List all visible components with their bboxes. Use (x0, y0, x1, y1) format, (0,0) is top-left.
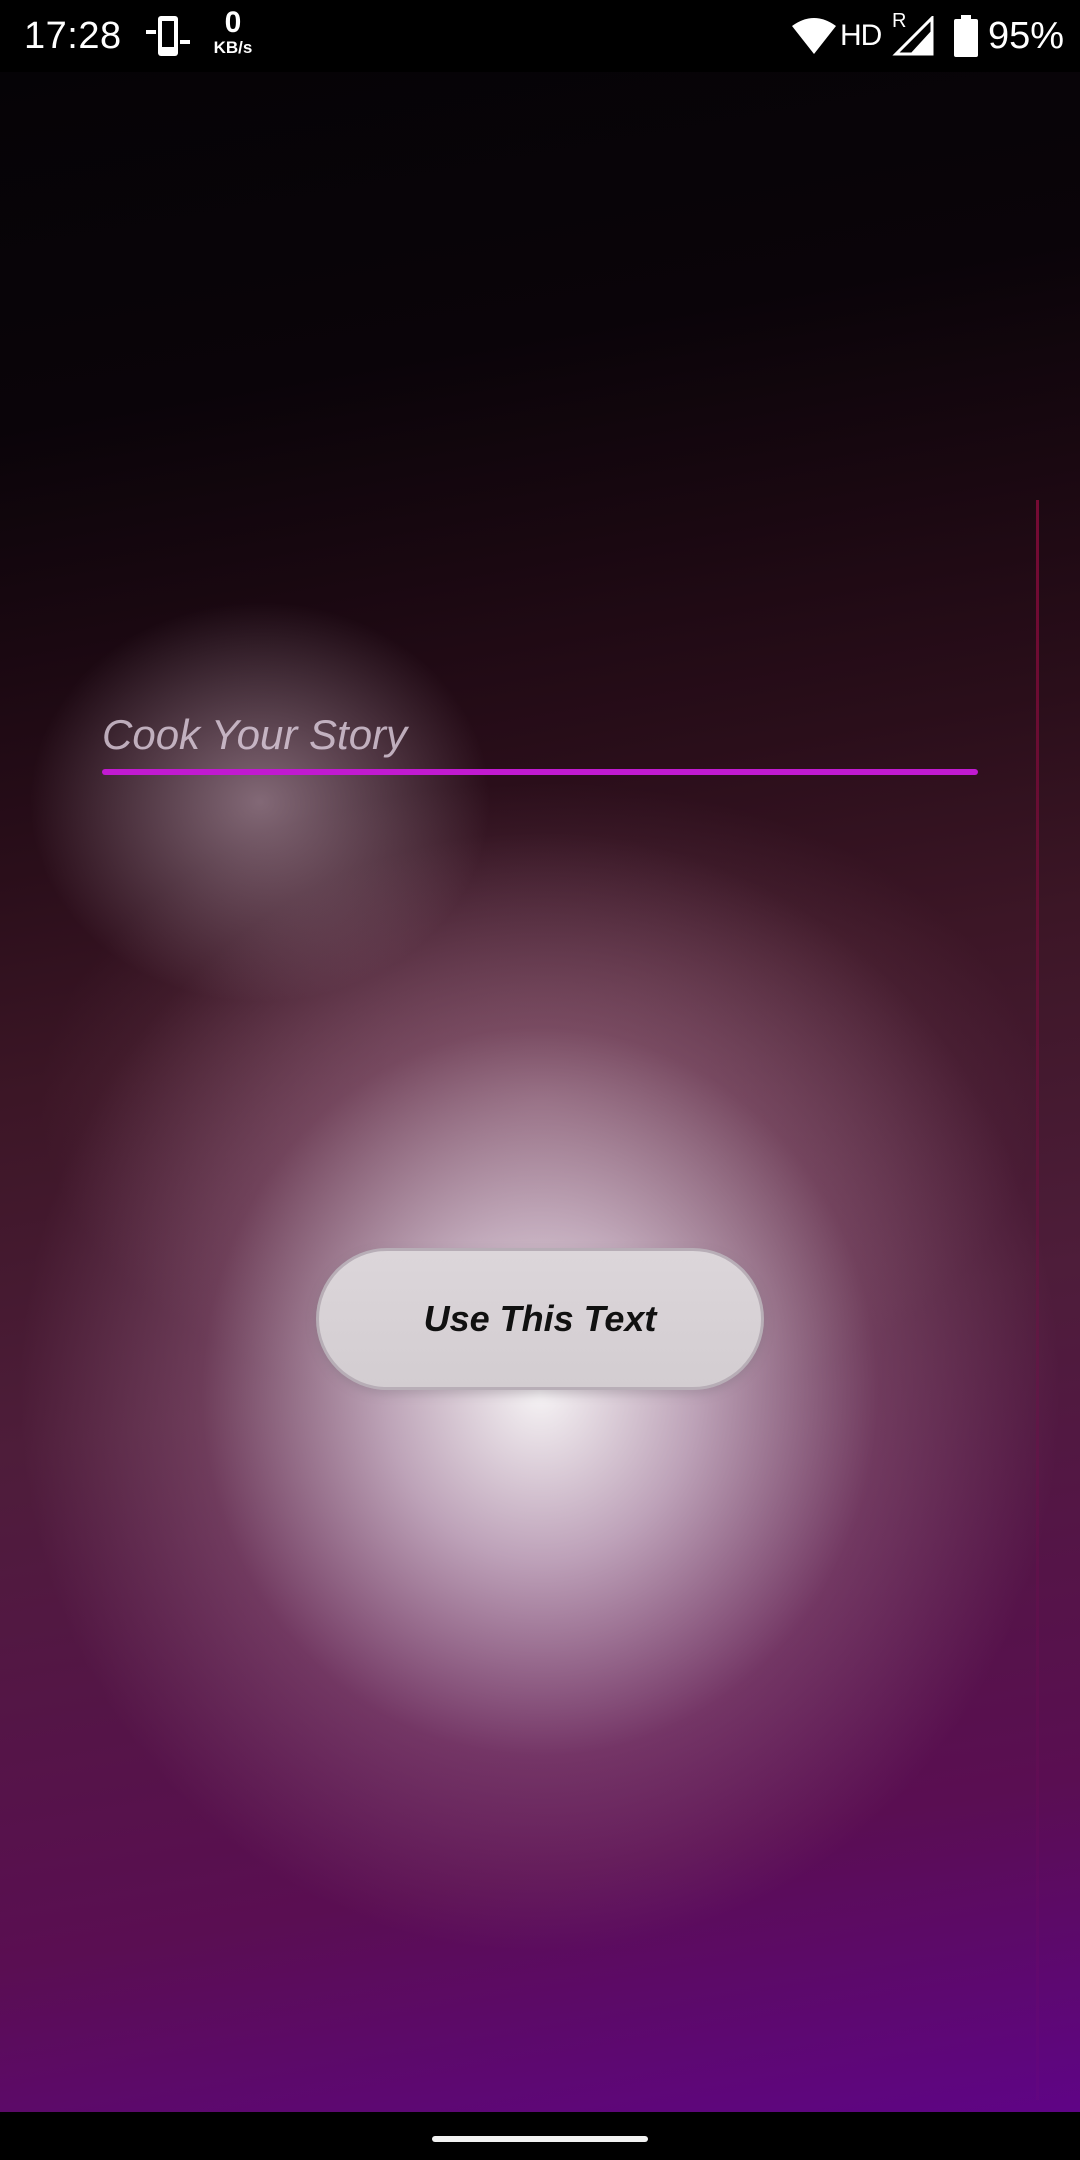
gradient-background (0, 72, 1080, 2112)
net-speed-unit: KB/s (213, 38, 253, 57)
phone-sync-icon (144, 14, 192, 60)
network-type-label: HD (840, 19, 882, 52)
status-time: 17:28 (24, 15, 122, 57)
home-gesture-handle[interactable] (432, 2136, 648, 2142)
app-screen: 17:28 0 KB/s HD R 95% Cook Your Story Us… (0, 0, 1080, 2160)
edge-accent-line (1036, 500, 1039, 2100)
network-speed: 0 KB/s (208, 8, 258, 58)
battery-percentage: 95% (988, 15, 1065, 57)
story-text-input[interactable] (102, 700, 978, 770)
use-this-text-button[interactable]: Use This Text (316, 1248, 764, 1390)
wifi-icon (790, 16, 838, 56)
net-speed-value: 0 (224, 6, 242, 39)
battery-icon (952, 14, 980, 58)
signal-icon (892, 14, 934, 56)
status-bar: 17:28 0 KB/s HD R 95% (0, 0, 1080, 72)
use-this-text-label: Use This Text (423, 1298, 657, 1339)
input-underline (102, 769, 978, 775)
navigation-bar (0, 2112, 1080, 2160)
